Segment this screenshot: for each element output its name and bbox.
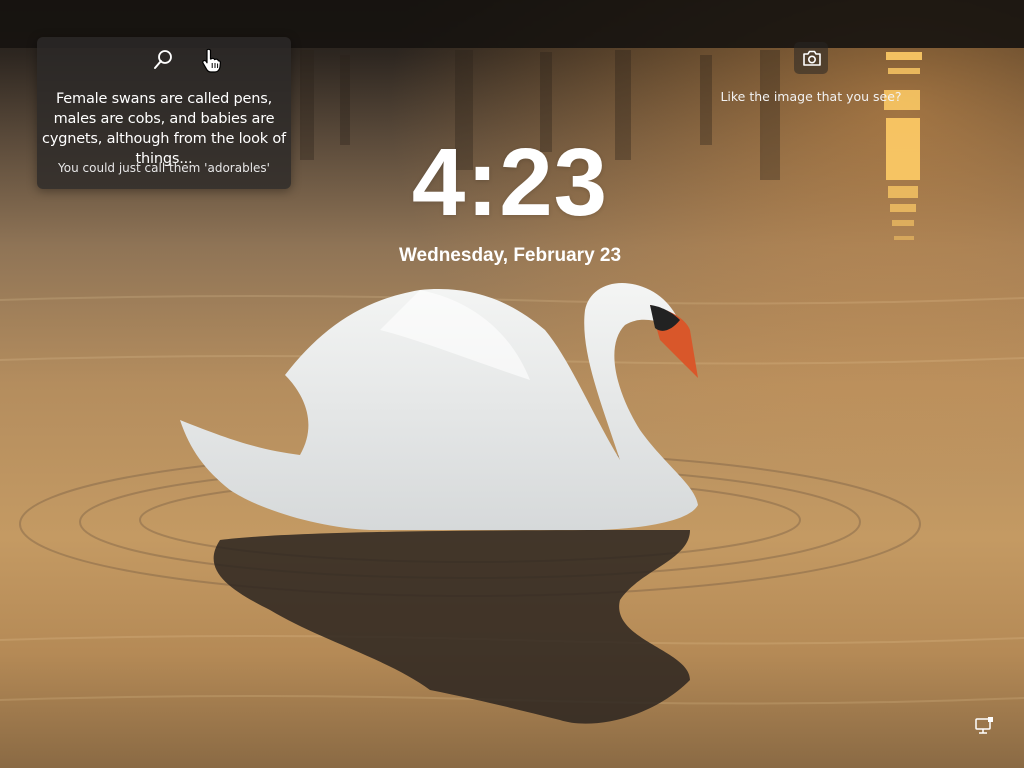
search-icon[interactable] — [152, 49, 174, 71]
camera-icon[interactable] — [802, 49, 822, 67]
spotlight-subtext: You could just call them 'adorables' — [58, 161, 270, 175]
spotlight-headline[interactable]: Female swans are called pens, males are … — [40, 89, 288, 169]
lock-screen-date: Wednesday, February 23 — [398, 245, 622, 266]
network-icon[interactable] — [974, 716, 994, 736]
lock-screen[interactable]: Female swans are called pens, males are … — [0, 0, 1024, 768]
hand-cursor-icon — [202, 48, 221, 73]
like-image-prompt[interactable]: Like the image that you see? — [706, 89, 916, 105]
lock-screen-time: 4:23 — [411, 129, 609, 236]
